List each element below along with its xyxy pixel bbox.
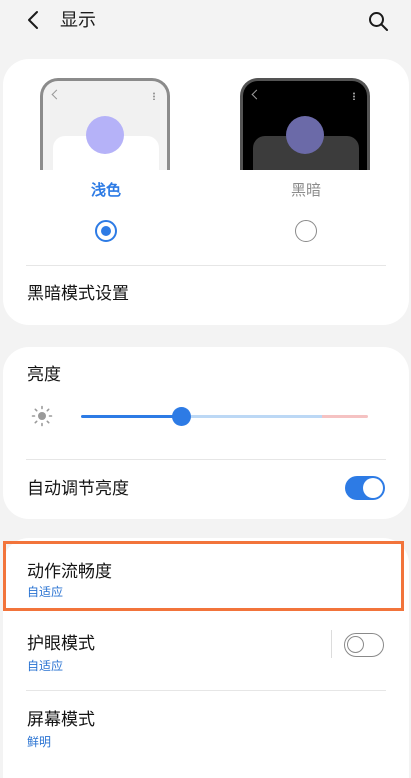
eye-comfort-toggle[interactable] bbox=[344, 633, 384, 657]
mini-more-icon bbox=[353, 92, 355, 100]
sun-icon bbox=[31, 405, 53, 427]
divider bbox=[26, 459, 386, 460]
light-theme-preview[interactable] bbox=[40, 78, 170, 170]
theme-option-light[interactable]: 浅色 bbox=[40, 78, 172, 246]
brightness-slider-thumb[interactable] bbox=[172, 407, 191, 426]
dark-theme-label[interactable]: 黑暗 bbox=[240, 180, 372, 200]
app-header: 显示 bbox=[0, 0, 411, 44]
divider bbox=[26, 265, 386, 266]
chevron-left-icon[interactable] bbox=[22, 8, 46, 32]
adaptive-brightness-toggle[interactable] bbox=[345, 476, 385, 500]
screen-mode-title: 屏幕模式 bbox=[27, 710, 95, 730]
divider bbox=[26, 690, 386, 691]
eye-comfort-value: 自适应 bbox=[27, 659, 64, 673]
brightness-slider-track[interactable] bbox=[81, 415, 368, 418]
dark-theme-radio[interactable] bbox=[295, 220, 317, 242]
dark-mode-settings-item[interactable]: 黑暗模式设置 bbox=[27, 283, 129, 305]
theme-option-dark[interactable]: 黑暗 bbox=[240, 78, 372, 246]
mini-back-icon bbox=[51, 89, 62, 100]
screen-mode-value: 鲜明 bbox=[27, 735, 52, 749]
light-theme-radio[interactable] bbox=[95, 220, 117, 242]
dark-theme-preview[interactable] bbox=[240, 78, 370, 170]
mini-back-icon bbox=[251, 89, 262, 100]
page-title: 显示 bbox=[60, 10, 96, 31]
eye-comfort-title: 护眼模式 bbox=[27, 634, 95, 654]
highlight-box bbox=[3, 541, 404, 611]
brightness-card: 亮度 自动调节亮度 bbox=[3, 347, 409, 519]
search-icon[interactable] bbox=[366, 9, 390, 33]
adaptive-brightness-label: 自动调节亮度 bbox=[27, 479, 129, 499]
theme-card: 浅色 黑暗 黑暗模式设置 bbox=[3, 59, 409, 325]
separator bbox=[331, 630, 332, 658]
preview-circle bbox=[286, 116, 324, 154]
brightness-title: 亮度 bbox=[27, 365, 61, 385]
mini-more-icon bbox=[153, 92, 155, 100]
light-theme-label[interactable]: 浅色 bbox=[40, 180, 172, 200]
preview-circle bbox=[86, 116, 124, 154]
